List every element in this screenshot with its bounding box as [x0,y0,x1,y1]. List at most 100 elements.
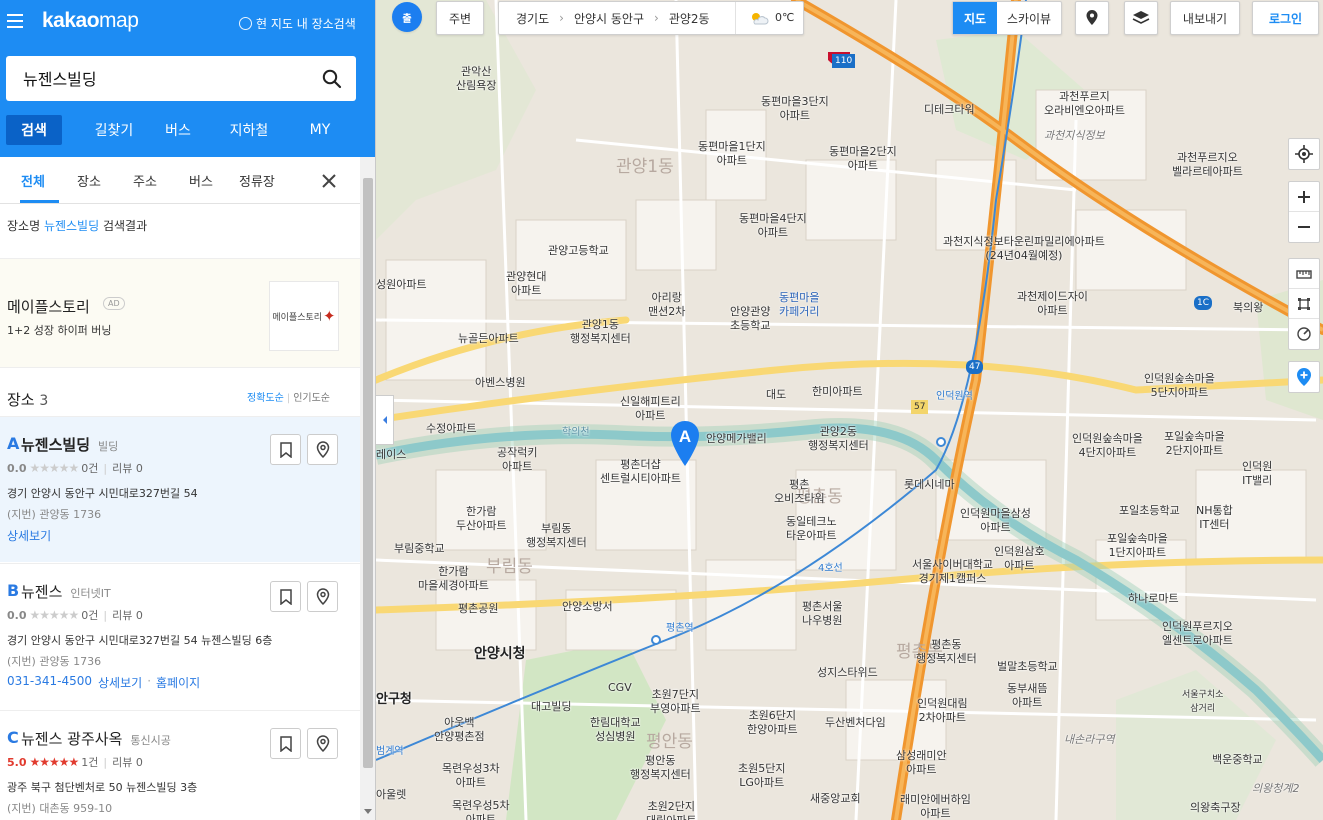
place-name[interactable]: 뉴젠스 인터넷IT [21,581,111,602]
map-label[interactable]: 롯데시네마 [904,478,955,492]
map-label[interactable]: 과천지식정보타운린파밀리에아파트 (24년04월예정) [943,235,1105,263]
map-label[interactable]: 하나로마트 [1128,592,1179,606]
bookmark-button[interactable] [270,434,301,465]
search-input[interactable] [23,65,313,91]
map-label[interactable]: 한가람 두산아파트 [456,505,507,533]
map-label[interactable]: 과천푸르지오 벨라르테아파트 [1172,151,1243,179]
scroll-thumb[interactable] [363,178,373,768]
kakaomap-logo[interactable]: kakaomap [42,9,139,33]
map-label[interactable]: 동편마을3단지 아파트 [761,95,829,123]
map-label[interactable]: 평촌서울 나우병원 [802,600,842,628]
map-label[interactable]: 안양소방서 [562,600,613,614]
filter-tab-place[interactable]: 장소 [77,171,101,190]
map-label[interactable]: 목련우성5차 아파트 [452,799,510,820]
zoom-in-button[interactable] [1289,182,1319,212]
map-label[interactable]: 포일숲속마을 1단지아파트 [1107,532,1168,560]
filter-tab-all[interactable]: 전체 [21,171,45,190]
menu-icon[interactable] [7,14,23,30]
homepage-link[interactable]: 홈페이지 [156,674,200,691]
map-label[interactable]: 과천푸르지 오라비엔오아파트 [1044,90,1125,118]
map-label[interactable]: 안구청 [376,693,412,707]
map-label[interactable]: 성원아파트 [376,278,427,292]
map-label[interactable]: 인덕원숲속마을 4단지아파트 [1072,432,1143,460]
detail-link[interactable]: 상세보기 [7,527,51,544]
view-skyview-button[interactable]: 스카이뷰 [997,10,1061,27]
map-label[interactable]: 부림동 행정복지센터 [526,522,587,550]
tab-bus[interactable]: 버스 [156,115,200,145]
add-place-button[interactable] [1289,362,1319,392]
close-icon[interactable] [321,173,337,189]
map-label[interactable]: 동편마을1단지 아파트 [698,140,766,168]
map-label[interactable]: 관양1동 행정복지센터 [570,318,631,346]
map-label[interactable]: 한림대학교 성심병원 [590,716,641,744]
map-label[interactable]: 초원7단지 부영아파트 [650,688,701,716]
map-label[interactable]: 인덕원삼호 아파트 [994,545,1045,573]
map-label[interactable]: 평촌 오비즈타워 [774,478,825,506]
breadcrumb-city[interactable]: 안양시 동안구 [574,10,644,27]
map-label[interactable]: 래미안에버하임 아파트 [900,793,971,820]
map-label[interactable]: 동부새뜸 아파트 [1007,682,1047,710]
breadcrumb-province[interactable]: 경기도 [516,10,549,27]
nearby-button[interactable]: 주변 [436,1,484,35]
tab-search[interactable]: 검색 [6,115,62,145]
directions-button[interactable] [307,434,338,465]
subway-station-label[interactable]: 평촌역 [666,622,694,636]
map-label[interactable]: 북의왕 [1233,301,1263,315]
map-label[interactable]: 동편마을2단지 아파트 [829,145,897,173]
place-item[interactable]: A 뉴젠스빌딩 빌딩 0.0 ★★★★★ 0건 | 리뷰 0 경기 안양시 동안구 시… [0,416,360,562]
map-label[interactable]: 초원2단지대림아파트 [646,800,697,820]
map-label[interactable]: 포일숲속마을 2단지아파트 [1164,430,1225,458]
map-label[interactable]: 관양2동 행정복지센터 [808,425,869,453]
map-label[interactable]: 인덕원푸르지오 엘센트로아파트 [1162,620,1233,648]
map-label[interactable]: 부림중학교 [394,542,445,556]
place-pin-icon[interactable]: A [670,420,700,468]
results-scrollbar[interactable] [360,157,375,820]
map-label[interactable]: 아울렛 [376,788,406,802]
map-label[interactable]: 공작럭키 아파트 [497,446,537,474]
subway-station-label[interactable]: 범계역 [376,745,404,759]
detail-link[interactable]: 상세보기 [98,674,142,691]
map-label[interactable]: 수정아파트 [426,422,477,436]
map-label[interactable]: 인덕원마을삼성 아파트 [960,507,1031,535]
map-label[interactable]: 삼성래미안 아파트 [896,749,947,777]
area-measure-button[interactable] [1289,289,1319,319]
map-label[interactable]: 뉴골든아파트 [458,332,519,346]
map-label[interactable]: 목련우성3차 아파트 [442,762,500,790]
map-label[interactable]: 신일해피트리 아파트 [620,395,681,423]
layers-button[interactable] [1124,1,1158,35]
map-label[interactable]: 평촌공원 [458,602,498,616]
map-canvas[interactable]: 110 47 57 1C 관양1동 평촌동 부림동 평안동 평촌동 관악산 산림욕… [376,0,1323,820]
pin-place-label[interactable]: 안양메가밸리 [706,432,767,446]
login-button[interactable]: 로그인 [1252,1,1319,35]
map-scope-search-toggle[interactable]: 현 지도 내 장소검색 [239,15,356,32]
directions-button[interactable] [307,581,338,612]
place-item[interactable]: C 뉴젠스 광주사옥 통신시공 5.0 ★★★★★ 1건 | 리뷰 0 광주 북구 첨… [0,710,360,820]
sort-accuracy[interactable]: 정확도순 [247,393,284,404]
bookmark-button[interactable] [270,728,301,759]
directions-button[interactable] [307,728,338,759]
map-label[interactable]: 초원6단지 한양아파트 [747,709,798,737]
map-label[interactable]: 관악산 산림욕장 [456,65,496,93]
place-name[interactable]: 뉴젠스 광주사옥 통신시공 [21,728,171,749]
map-label[interactable]: 한미아파트 [812,385,863,399]
map-label[interactable]: 인덕원대림 2차아파트 [917,697,968,725]
map-label[interactable]: 동일테크노 타운아파트 [786,515,837,543]
current-location-button[interactable] [1289,139,1319,169]
phone-link[interactable]: 031-341-4500 [7,674,92,691]
map-label[interactable]: 아리랑 맨션2차 [648,291,685,319]
map-label[interactable]: 안양시청 [474,647,526,661]
tab-directions[interactable]: 길찾기 [84,115,144,145]
map-label[interactable]: 백운중학교 [1212,753,1263,767]
tab-subway[interactable]: 지하철 [222,115,276,145]
view-map-button[interactable]: 지도 [953,2,997,34]
radius-measure-button[interactable] [1289,319,1319,349]
breadcrumb-district[interactable]: 관양2동 [669,10,710,27]
ad-banner[interactable]: 메이플스토리 AD 1+2 성장 하이퍼 버닝 메이플스토리 ✦ [0,258,360,368]
filter-tab-stop[interactable]: 정류장 [239,171,275,190]
map-label[interactable]: 관양현대 아파트 [506,270,546,298]
filter-tab-bus[interactable]: 버스 [189,171,213,190]
map-label[interactable]: 동편마을 카페거리 [779,291,819,319]
map-label[interactable]: 평촌동 행정복지센터 [916,638,977,666]
export-button[interactable]: 내보내기 [1170,1,1240,35]
map-label[interactable]: 과천제이드자이 아파트 [1017,290,1088,318]
